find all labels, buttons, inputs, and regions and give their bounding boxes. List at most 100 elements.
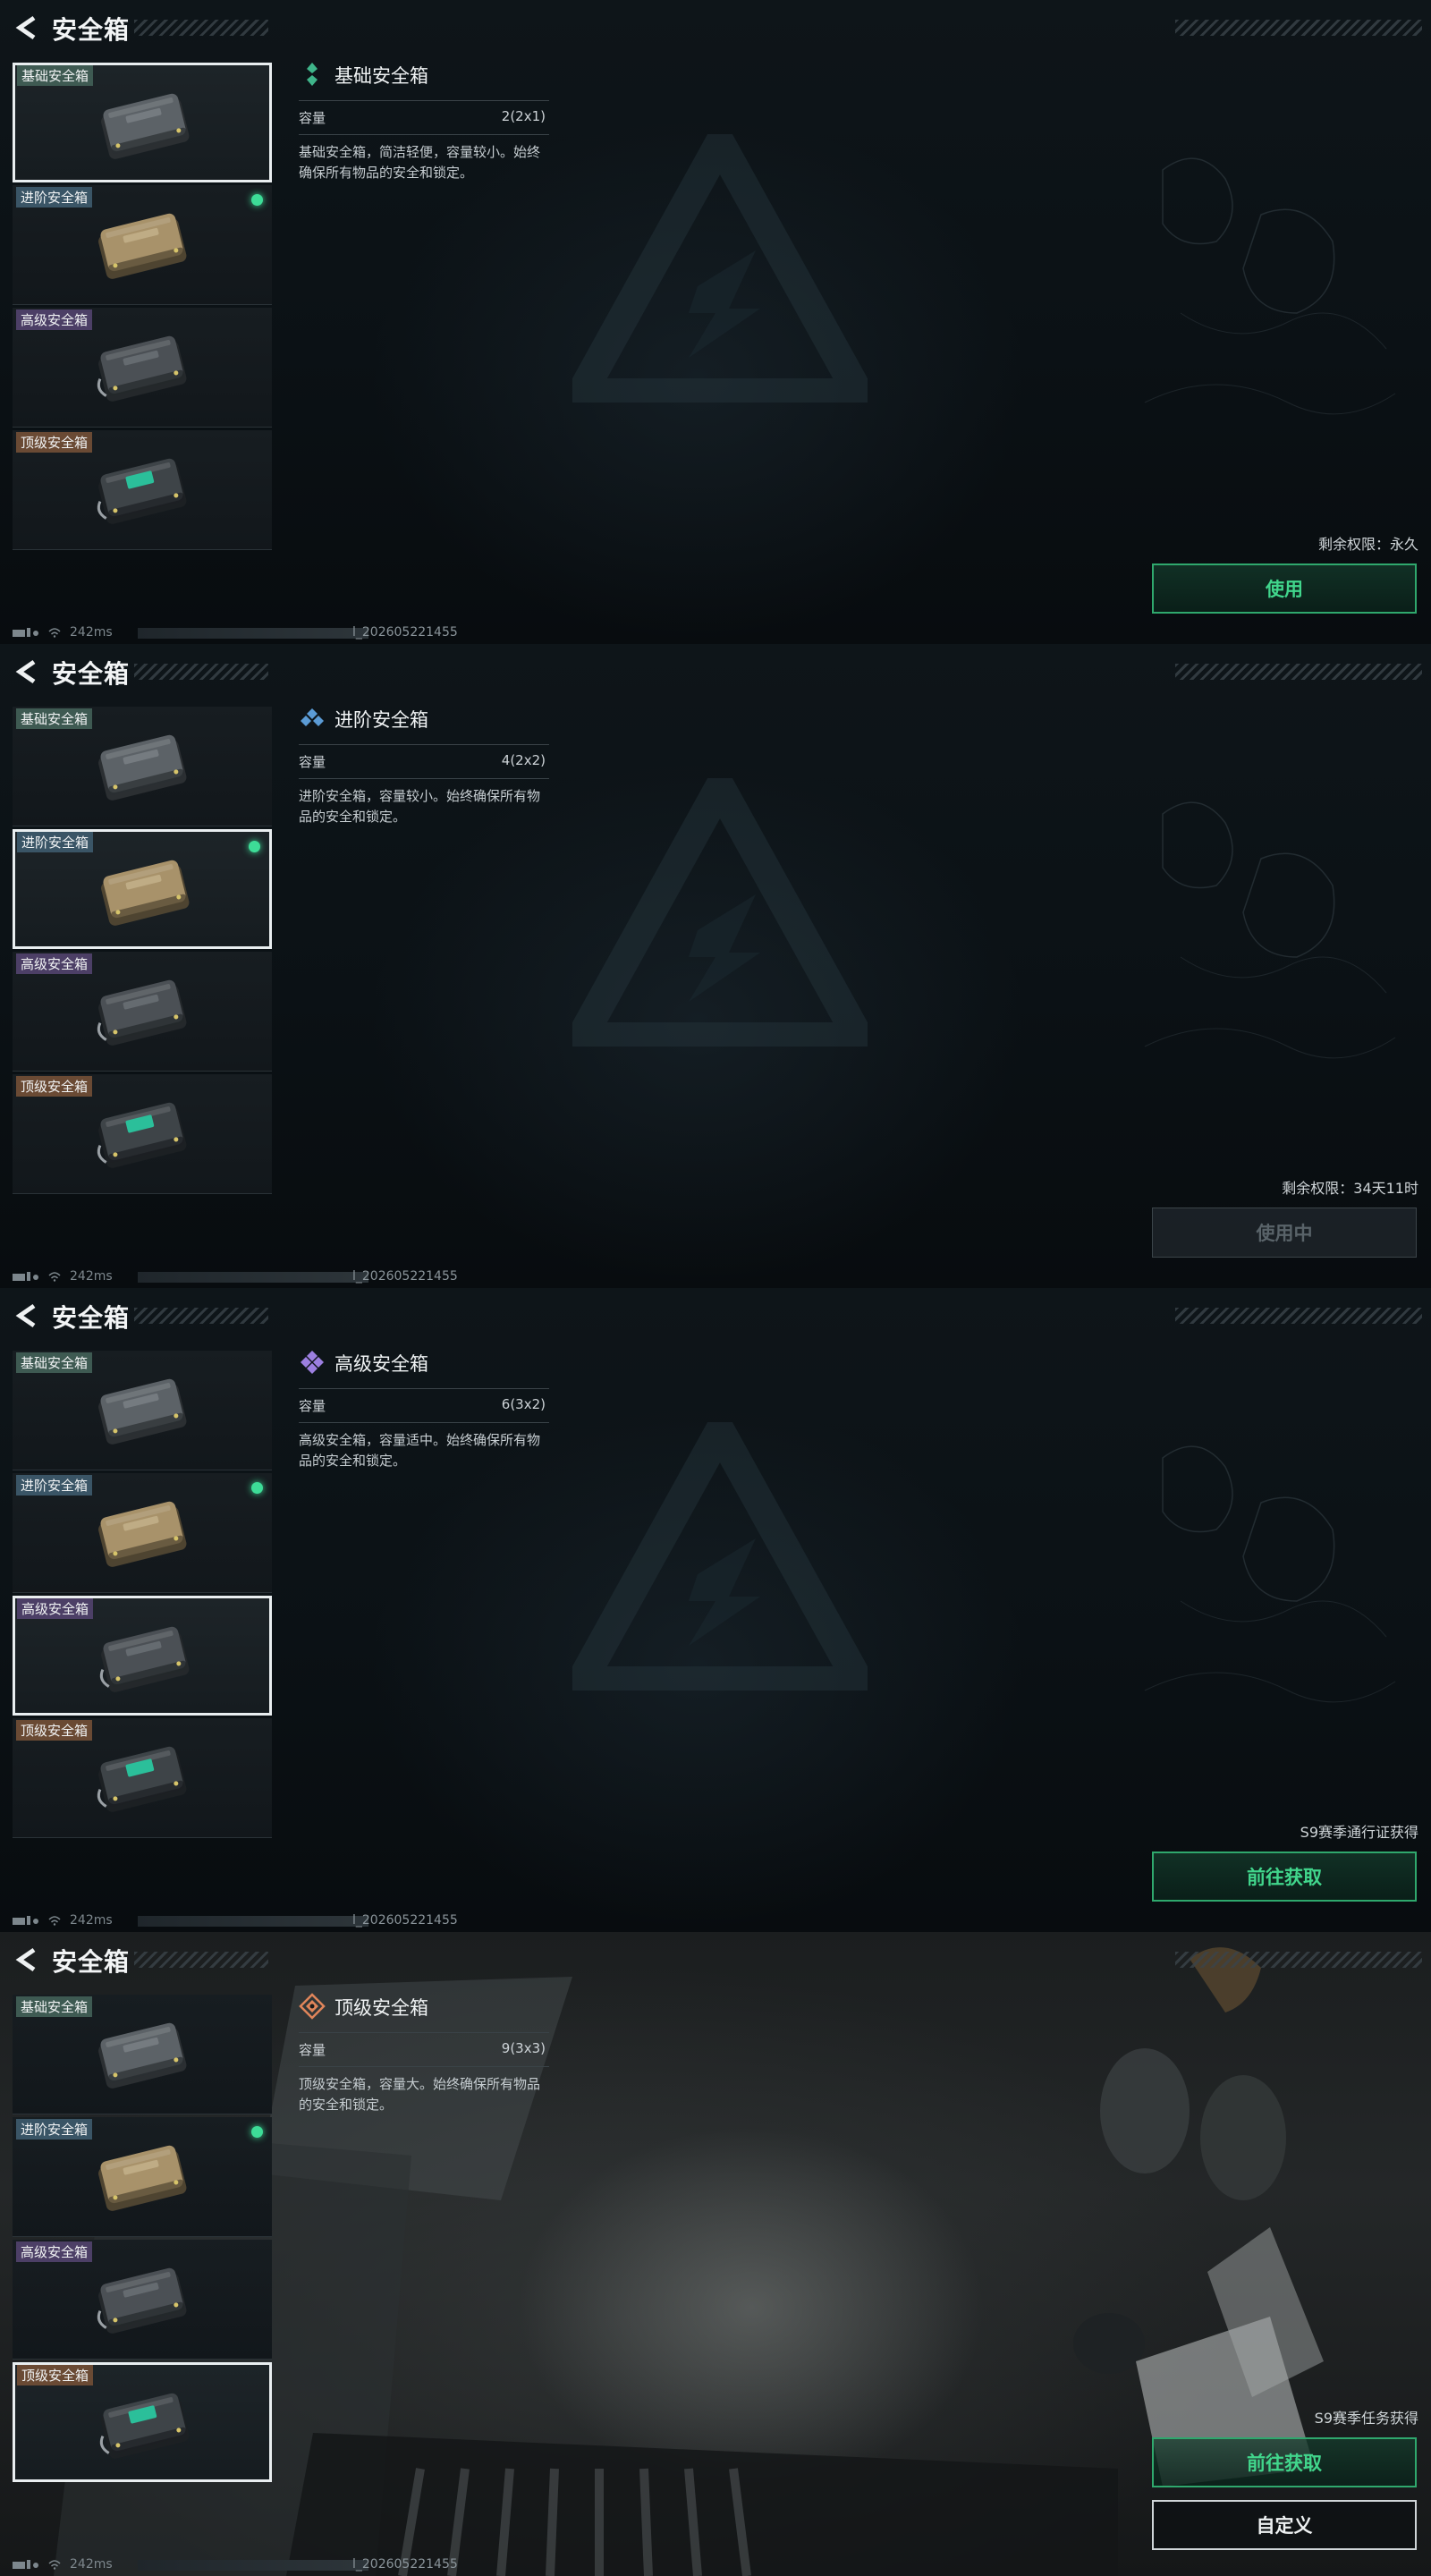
latency-text: 242ms (70, 2557, 113, 2572)
safe-card-3[interactable]: 顶级安全箱 (13, 430, 272, 550)
safe-box-screen-0: 安全箱 基础安全箱 进阶安全箱 高级安全箱 顶级安全箱 基础安全箱 容量 2(2… (0, 0, 1431, 644)
status-bar: 242ms l_202605221455 (13, 2557, 478, 2572)
capacity-row: 容量 6(3x2) (299, 1388, 549, 1423)
safe-card-label: 高级安全箱 (16, 953, 93, 974)
safe-card-1[interactable]: 进阶安全箱 (13, 1473, 272, 1593)
safe-case-image (99, 2393, 190, 2459)
back-arrow-icon[interactable] (14, 1302, 41, 1329)
safe-case-image (98, 213, 187, 279)
triangle-logo-watermark (572, 134, 868, 402)
safe-card-2[interactable]: 高级安全箱 (13, 952, 272, 1072)
safe-card-label: 顶级安全箱 (16, 1720, 93, 1741)
safe-card-1[interactable]: 进阶安全箱 (13, 829, 272, 949)
go-obtain-button[interactable]: 前往获取 (1152, 1852, 1417, 1902)
safe-detail-panel: 基础安全箱 容量 2(2x1) 基础安全箱，简洁轻便，容量较小。始终确保所有物品… (299, 59, 549, 183)
safe-detail-panel: 高级安全箱 容量 6(3x2) 高级安全箱，容量适中。始终确保所有物品的安全和锁… (299, 1347, 549, 1471)
safe-card-2[interactable]: 高级安全箱 (13, 1596, 272, 1716)
safe-card-1[interactable]: 进阶安全箱 (13, 185, 272, 305)
network-signal-icon (13, 2560, 38, 2569)
safe-case-image (97, 335, 187, 402)
equipped-indicator (251, 194, 263, 206)
safe-description: 高级安全箱，容量适中。始终确保所有物品的安全和锁定。 (299, 1432, 541, 1469)
redacted-bar (138, 628, 368, 639)
safe-name: 基础安全箱 (334, 65, 428, 87)
header-hatch-right (1175, 1952, 1422, 1968)
status-bar: 242ms l_202605221455 (13, 625, 478, 640)
capacity-value: 4(2x2) (501, 752, 546, 768)
safe-card-label: 顶级安全箱 (16, 1076, 93, 1097)
header-hatch-right (1175, 1308, 1422, 1324)
capacity-row: 容量 4(2x2) (299, 744, 549, 779)
latency-text: 242ms (70, 1269, 113, 1284)
back-arrow-icon[interactable] (14, 658, 41, 685)
basic-rank-icon (307, 63, 318, 86)
safe-name: 顶级安全箱 (334, 1997, 428, 2019)
safe-card-0[interactable]: 基础安全箱 (13, 707, 272, 826)
redacted-bar (138, 2560, 368, 2571)
wifi-icon (48, 2560, 61, 2570)
safe-card-label: 进阶安全箱 (16, 187, 93, 208)
safe-card-2[interactable]: 高级安全箱 (13, 308, 272, 428)
safe-card-label: 基础安全箱 (16, 1352, 93, 1373)
page-title: 安全箱 (52, 1947, 131, 1977)
safe-card-label: 进阶安全箱 (17, 832, 94, 852)
safe-box-screen-1: 安全箱 基础安全箱 进阶安全箱 高级安全箱 顶级安全箱 进阶安全箱 容量 4(2… (0, 644, 1431, 1288)
capacity-value: 9(3x3) (501, 2040, 546, 2056)
safe-card-label: 基础安全箱 (17, 65, 94, 86)
page-title: 安全箱 (52, 1303, 131, 1333)
safe-card-label: 基础安全箱 (16, 708, 93, 729)
safe-card-label: 高级安全箱 (17, 1598, 94, 1619)
capacity-label: 容量 (299, 754, 326, 770)
safe-card-3[interactable]: 顶级安全箱 (13, 2362, 272, 2482)
capacity-label: 容量 (299, 110, 326, 126)
wifi-icon (48, 1916, 61, 1926)
advanced-rank-icon (301, 708, 324, 726)
page-title: 安全箱 (52, 15, 131, 45)
wifi-icon (48, 628, 61, 638)
availability-note: S9赛季通行证获得 (1300, 1824, 1418, 1841)
safe-card-label: 顶级安全箱 (17, 2365, 94, 2385)
safe-card-0[interactable]: 基础安全箱 (13, 1995, 272, 2114)
header-hatch-left (134, 664, 268, 680)
availability-note: S9赛季任务获得 (1314, 2410, 1418, 2427)
build-code: l_202605221455 (352, 1269, 458, 1284)
go-obtain-button[interactable]: 前往获取 (1152, 2437, 1417, 2487)
safe-case-image (98, 1378, 187, 1445)
back-arrow-icon[interactable] (14, 1946, 41, 1973)
safe-card-3[interactable]: 顶级安全箱 (13, 1718, 272, 1838)
safe-name: 进阶安全箱 (334, 709, 428, 731)
safe-box-screen-2: 安全箱 基础安全箱 进阶安全箱 高级安全箱 顶级安全箱 高级安全箱 容量 6(3… (0, 1288, 1431, 1932)
safe-card-2[interactable]: 高级安全箱 (13, 2240, 272, 2360)
capacity-label: 容量 (299, 2042, 326, 2058)
safe-case-image (97, 2267, 187, 2334)
safe-card-3[interactable]: 顶级安全箱 (13, 1074, 272, 1194)
safe-card-0[interactable]: 基础安全箱 (13, 1351, 272, 1470)
capacity-row: 容量 9(3x3) (299, 2032, 549, 2067)
safe-case-image (98, 2022, 187, 2089)
safe-card-1[interactable]: 进阶安全箱 (13, 2117, 272, 2237)
capacity-value: 6(3x2) (501, 1396, 546, 1412)
build-code: l_202605221455 (352, 625, 458, 640)
redacted-bar (138, 1272, 368, 1283)
safe-card-label: 高级安全箱 (16, 2241, 93, 2262)
network-signal-icon (13, 1272, 38, 1281)
safe-case-image (97, 1102, 187, 1168)
safe-category-list: 基础安全箱 进阶安全箱 高级安全箱 顶级安全箱 (13, 1351, 274, 1841)
status-bar: 242ms l_202605221455 (13, 1269, 478, 1284)
equipped-indicator (251, 2126, 263, 2138)
wifi-icon (48, 1272, 61, 1282)
safe-case-image (97, 458, 187, 524)
customize-button[interactable]: 自定义 (1152, 2500, 1417, 2550)
equipped-indicator (249, 841, 260, 852)
use-button[interactable]: 使用 (1152, 564, 1417, 614)
map-outline-decoration (1144, 1445, 1396, 1703)
safe-description: 进阶安全箱，容量较小。始终确保所有物品的安全和锁定。 (299, 788, 541, 825)
latency-text: 242ms (70, 625, 113, 640)
safe-card-0[interactable]: 基础安全箱 (13, 63, 272, 182)
header-hatch-left (134, 1952, 268, 1968)
equipped-indicator (251, 1482, 263, 1494)
back-arrow-icon[interactable] (14, 14, 41, 41)
safe-case-image (97, 979, 187, 1046)
safe-box-screen-3: 安全箱 基础安全箱 进阶安全箱 高级安全箱 顶级安全箱 顶级安全箱 容量 9(3… (0, 1932, 1431, 2576)
latency-text: 242ms (70, 1913, 113, 1928)
